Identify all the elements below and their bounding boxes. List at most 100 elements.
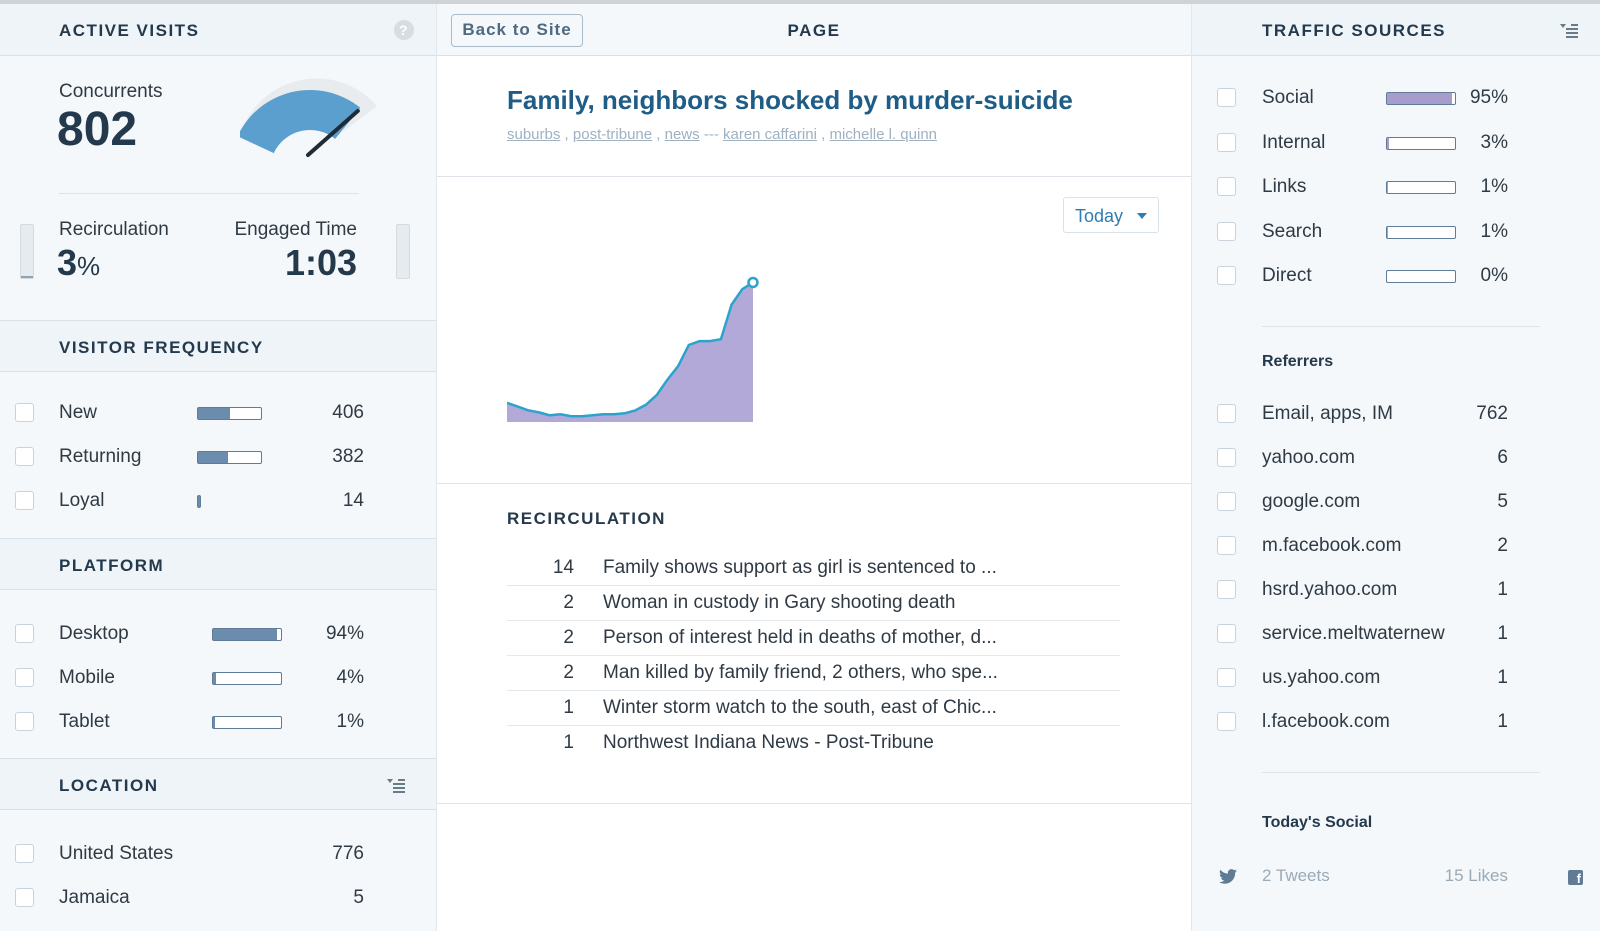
frequency-bar-fill: [197, 495, 201, 508]
help-icon[interactable]: ?: [394, 20, 414, 40]
checkbox[interactable]: [1217, 88, 1236, 107]
referrer-row[interactable]: google.com 5: [1192, 484, 1600, 520]
recirculation-link[interactable]: Winter storm watch to the south, east of…: [603, 697, 997, 719]
checkbox[interactable]: [15, 712, 34, 731]
twitter-icon[interactable]: [1219, 869, 1237, 884]
referrer-row[interactable]: Email, apps, IM 762: [1192, 396, 1600, 432]
platform-title: PLATFORM: [59, 556, 165, 575]
referrers-title: Referrers: [1262, 353, 1334, 370]
recirculation-label: Recirculation: [59, 219, 169, 240]
recirculation-row[interactable]: 14 Family shows support as girl is sente…: [507, 551, 1120, 586]
checkbox[interactable]: [1217, 624, 1236, 643]
checkbox[interactable]: [1217, 668, 1236, 687]
filter-menu-icon[interactable]: [1560, 24, 1578, 38]
source-value: 1%: [1480, 221, 1508, 242]
recirculation-link[interactable]: Man killed by family friend, 2 others, w…: [603, 662, 998, 684]
page-header: Back to Site PAGE: [437, 4, 1191, 56]
referrer-row[interactable]: hsrd.yahoo.com 1: [1192, 572, 1600, 608]
checkbox[interactable]: [1217, 404, 1236, 423]
checkbox[interactable]: [15, 888, 34, 907]
source-bar: [1386, 92, 1456, 105]
left-panel: ACTIVE VISITS ? Concurrents 802 Recircul…: [0, 4, 437, 931]
recirculation-row[interactable]: 1 Winter storm watch to the south, east …: [507, 691, 1120, 726]
author-link[interactable]: michelle l. quinn: [829, 126, 937, 143]
recirculation-row[interactable]: 2 Man killed by family friend, 2 others,…: [507, 656, 1120, 691]
engaged-time-label: Engaged Time: [234, 219, 357, 240]
tweets-count: 2 Tweets: [1262, 866, 1330, 885]
tag-link[interactable]: suburbs: [507, 126, 560, 143]
tag-link[interactable]: news: [665, 126, 700, 143]
referrer-value: 5: [1497, 491, 1508, 512]
source-row-internal[interactable]: Internal 3%: [1192, 125, 1600, 161]
checkbox[interactable]: [15, 403, 34, 422]
source-row-direct[interactable]: Direct 0%: [1192, 258, 1600, 294]
checkbox[interactable]: [1217, 448, 1236, 467]
referrer-row[interactable]: us.yahoo.com 1: [1192, 660, 1600, 696]
likes-count: 15 Likes: [1444, 866, 1508, 885]
recirculation-link[interactable]: Person of interest held in deaths of mot…: [603, 627, 997, 649]
author-link[interactable]: karen caffarini: [723, 126, 817, 143]
location-header: LOCATION: [0, 758, 436, 810]
recirculation-link[interactable]: Woman in custody in Gary shooting death: [603, 592, 955, 614]
checkbox[interactable]: [1217, 266, 1236, 285]
frequency-row-new[interactable]: New 406: [0, 395, 436, 431]
checkbox[interactable]: [15, 668, 34, 687]
todays-social-title: Today's Social: [1262, 814, 1373, 831]
checkbox[interactable]: [1217, 492, 1236, 511]
source-bar-fill: [1387, 182, 1388, 193]
checkbox[interactable]: [1217, 580, 1236, 599]
checkbox[interactable]: [1217, 222, 1236, 241]
source-value: 1%: [1480, 176, 1508, 197]
frequency-value: 14: [342, 490, 364, 511]
checkbox[interactable]: [15, 491, 34, 510]
frequency-bar-fill: [198, 452, 228, 463]
frequency-label: Loyal: [59, 490, 105, 511]
frequency-value: 382: [332, 446, 364, 467]
recirculation-link[interactable]: Northwest Indiana News - Post-Tribune: [603, 732, 934, 754]
platform-bar: [212, 628, 282, 641]
recirculation-row[interactable]: 2 Woman in custody in Gary shooting deat…: [507, 586, 1120, 621]
tag-link[interactable]: post-tribune: [573, 126, 652, 143]
referrer-row[interactable]: service.meltwaternew 1: [1192, 616, 1600, 652]
source-bar: [1386, 181, 1456, 194]
referrer-row[interactable]: m.facebook.com 2: [1192, 528, 1600, 564]
platform-row-mobile[interactable]: Mobile 4%: [0, 660, 436, 696]
article-title[interactable]: Family, neighbors shocked by murder-suic…: [507, 85, 1073, 116]
referrer-label: hsrd.yahoo.com: [1262, 579, 1398, 600]
frequency-row-loyal[interactable]: Loyal 14: [0, 483, 436, 519]
author-separator: ---: [699, 126, 723, 143]
source-row-social[interactable]: Social 95%: [1192, 80, 1600, 116]
filter-menu-icon[interactable]: [387, 779, 405, 793]
source-bar-fill: [1387, 227, 1388, 238]
date-range-dropdown[interactable]: Today: [1063, 197, 1159, 233]
platform-row-desktop[interactable]: Desktop 94%: [0, 616, 436, 652]
recirculation-value: 3%: [57, 242, 100, 284]
recirculation-row[interactable]: 2 Person of interest held in deaths of m…: [507, 621, 1120, 656]
platform-bar: [212, 716, 282, 729]
checkbox[interactable]: [15, 844, 34, 863]
referrer-label: google.com: [1262, 491, 1361, 512]
recirculation-row[interactable]: 1 Northwest Indiana News - Post-Tribune: [507, 726, 1120, 761]
platform-header: PLATFORM: [0, 538, 436, 590]
checkbox[interactable]: [15, 624, 34, 643]
facebook-icon[interactable]: f: [1568, 870, 1583, 885]
platform-row-tablet[interactable]: Tablet 1%: [0, 704, 436, 740]
location-row[interactable]: United States 776: [0, 836, 436, 872]
frequency-row-returning[interactable]: Returning 382: [0, 439, 436, 475]
source-bar: [1386, 226, 1456, 239]
gauge-fill: [240, 90, 361, 154]
source-row-links[interactable]: Links 1%: [1192, 169, 1600, 205]
source-bar: [1386, 137, 1456, 150]
recirculation-link[interactable]: Family shows support as girl is sentence…: [603, 557, 997, 579]
location-row[interactable]: Jamaica 5: [0, 880, 436, 916]
checkbox[interactable]: [1217, 133, 1236, 152]
checkbox[interactable]: [15, 447, 34, 466]
referrer-value: 2: [1497, 535, 1508, 556]
referrer-row[interactable]: yahoo.com 6: [1192, 440, 1600, 476]
checkbox[interactable]: [1217, 712, 1236, 731]
checkbox[interactable]: [1217, 536, 1236, 555]
referrer-row[interactable]: l.facebook.com 1: [1192, 704, 1600, 740]
source-row-search[interactable]: Search 1%: [1192, 214, 1600, 250]
referrers-divider: [1262, 772, 1540, 773]
checkbox[interactable]: [1217, 177, 1236, 196]
